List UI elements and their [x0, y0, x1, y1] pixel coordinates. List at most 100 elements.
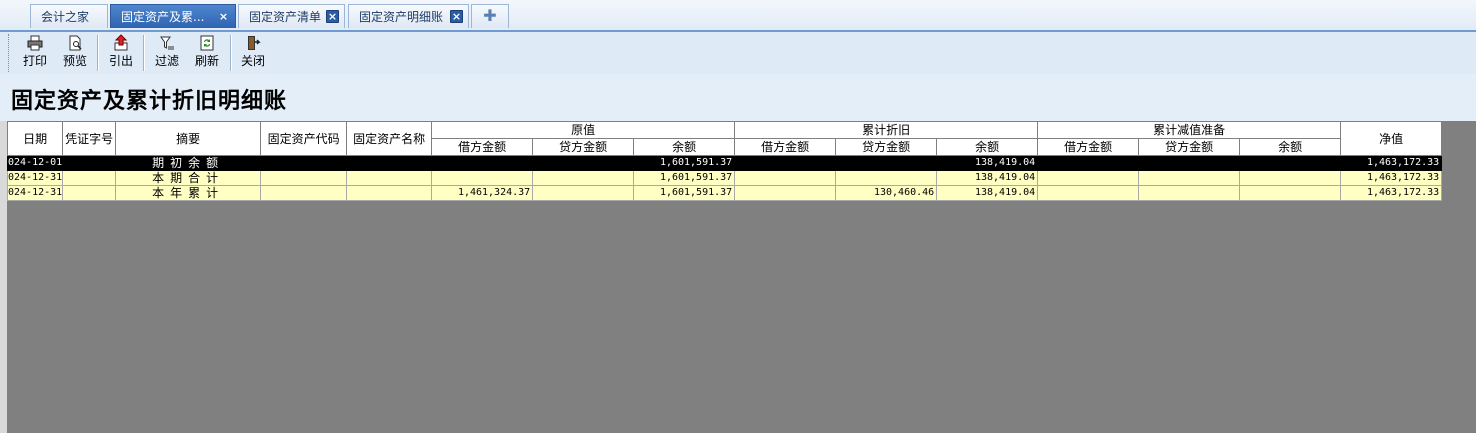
cell-voucher[interactable] — [62, 155, 117, 171]
cell-dep-debit[interactable] — [734, 155, 837, 171]
refresh-label: 刷新 — [194, 54, 219, 68]
cell-asset-name[interactable] — [346, 155, 433, 171]
print-label: 打印 — [22, 54, 47, 68]
page-title: 固定资产及累计折旧明细账 — [11, 88, 288, 114]
header-imp-debit[interactable]: 借方金额 — [1037, 138, 1140, 156]
toolbar: 打印 预览 引出 过滤 刷新 关闭 — [0, 32, 1476, 74]
preview-button[interactable]: 预览 — [56, 33, 94, 73]
header-dep-debit[interactable]: 借方金额 — [734, 138, 837, 156]
refresh-button[interactable]: 刷新 — [188, 33, 226, 73]
toolbar-separator — [97, 35, 99, 71]
header-net-value[interactable]: 净值 — [1340, 121, 1443, 156]
cell-asset-name[interactable] — [346, 170, 433, 186]
cell-orig-debit[interactable] — [431, 170, 534, 186]
cell-orig-balance[interactable]: 1,601,591.37 — [633, 155, 736, 171]
header-asset-name[interactable]: 固定资产名称 — [346, 121, 433, 156]
cell-orig-debit[interactable]: 1,461,324.37 — [431, 185, 534, 201]
table-row[interactable]: 024-12-31 本年累计 1,461,324.37 1,601,591.37… — [6, 185, 1443, 201]
cell-asset-code[interactable] — [260, 155, 348, 171]
exit-icon — [234, 34, 272, 52]
header-imp-balance[interactable]: 余额 — [1239, 138, 1342, 156]
cell-imp-debit[interactable] — [1037, 170, 1140, 186]
cell-imp-credit[interactable] — [1138, 155, 1241, 171]
filter-button[interactable]: 过滤 — [148, 33, 186, 73]
cell-imp-debit[interactable] — [1037, 155, 1140, 171]
header-orig-balance[interactable]: 余额 — [633, 138, 736, 156]
cell-orig-credit[interactable] — [532, 155, 635, 171]
table-row[interactable]: 024-12-31 本期合计 1,601,591.37 138,419.04 1… — [6, 170, 1443, 186]
tab-label: 固定资产明细账 — [359, 10, 444, 24]
cell-dep-balance[interactable]: 138,419.04 — [936, 155, 1039, 171]
toolbar-separator — [143, 35, 145, 71]
toolbar-separator — [230, 35, 232, 71]
cell-voucher[interactable] — [62, 185, 117, 201]
header-orig-credit[interactable]: 贷方金额 — [532, 138, 635, 156]
cell-date[interactable]: 024-12-01 — [6, 155, 64, 171]
cell-imp-credit[interactable] — [1138, 170, 1241, 186]
cell-asset-code[interactable] — [260, 185, 348, 201]
cell-imp-balance[interactable] — [1239, 170, 1342, 186]
cell-dep-balance[interactable]: 138,419.04 — [936, 185, 1039, 201]
cell-orig-balance[interactable]: 1,601,591.37 — [633, 170, 736, 186]
cell-dep-credit[interactable] — [835, 155, 938, 171]
header-dep-credit[interactable]: 贷方金额 — [835, 138, 938, 156]
cell-asset-name[interactable] — [346, 185, 433, 201]
cell-dep-debit[interactable] — [734, 185, 837, 201]
cell-net[interactable]: 1,463,172.33 — [1340, 185, 1443, 201]
filter-icon — [148, 34, 186, 52]
toolbar-grip[interactable] — [8, 34, 12, 72]
header-accum-depreciation: 累计折旧 — [734, 121, 1039, 139]
table-row[interactable]: 024-12-01 期初余额 1,601,591.37 138,419.04 1… — [6, 155, 1443, 171]
header-original-value: 原值 — [431, 121, 736, 139]
header-summary[interactable]: 摘要 — [115, 121, 262, 156]
cell-orig-debit[interactable] — [431, 155, 534, 171]
tab-label: 会计之家 — [41, 10, 90, 24]
cell-date[interactable]: 024-12-31 — [6, 185, 64, 201]
header-dep-balance[interactable]: 余额 — [936, 138, 1039, 156]
close-button[interactable]: 关闭 — [234, 33, 272, 73]
header-orig-debit[interactable]: 借方金额 — [431, 138, 534, 156]
cell-asset-code[interactable] — [260, 170, 348, 186]
header-accum-impairment: 累计减值准备 — [1037, 121, 1342, 139]
close-icon[interactable]: × — [326, 10, 339, 23]
tab-asset-list[interactable]: 固定资产清单 × — [238, 4, 345, 28]
cell-date[interactable]: 024-12-31 — [6, 170, 64, 186]
header-imp-credit[interactable]: 贷方金额 — [1138, 138, 1241, 156]
tab-label: 固定资产清单 — [249, 10, 322, 24]
tab-asset-detail-ledger[interactable]: 固定资产明细账 × — [348, 4, 469, 28]
cell-summary[interactable]: 期初余额 — [115, 155, 262, 171]
cell-net[interactable]: 1,463,172.33 — [1340, 170, 1443, 186]
cell-dep-balance[interactable]: 138,419.04 — [936, 170, 1039, 186]
tab-accounting-home[interactable]: 会计之家 — [30, 4, 108, 28]
cell-net[interactable]: 1,463,172.33 — [1340, 155, 1443, 171]
cell-imp-balance[interactable] — [1239, 185, 1342, 201]
close-label: 关闭 — [240, 54, 265, 68]
cell-orig-balance[interactable]: 1,601,591.37 — [633, 185, 736, 201]
tab-asset-depreciation-ledger[interactable]: 固定资产及累... × — [110, 4, 236, 28]
cell-imp-balance[interactable] — [1239, 155, 1342, 171]
export-label: 引出 — [108, 54, 133, 68]
cell-orig-credit[interactable] — [532, 185, 635, 201]
cell-imp-debit[interactable] — [1037, 185, 1140, 201]
cell-dep-credit[interactable]: 130,460.46 — [835, 185, 938, 201]
cell-imp-credit[interactable] — [1138, 185, 1241, 201]
refresh-icon — [188, 34, 226, 52]
cell-orig-credit[interactable] — [532, 170, 635, 186]
close-icon[interactable]: × — [450, 10, 463, 23]
tab-label: 固定资产及累... — [121, 10, 205, 24]
filter-label: 过滤 — [154, 54, 179, 68]
cell-dep-credit[interactable] — [835, 170, 938, 186]
preview-label: 预览 — [62, 54, 87, 68]
add-tab-button[interactable]: ✚ — [471, 4, 509, 28]
header-voucher[interactable]: 凭证字号 — [62, 121, 117, 156]
cell-dep-debit[interactable] — [734, 170, 837, 186]
close-icon[interactable]: × — [217, 10, 230, 23]
cell-summary[interactable]: 本年累计 — [115, 185, 262, 201]
cell-summary[interactable]: 本期合计 — [115, 170, 262, 186]
header-date[interactable]: 日期 — [6, 121, 64, 156]
cell-voucher[interactable] — [62, 170, 117, 186]
title-band: 固定资产及累计折旧明细账 — [0, 74, 1476, 121]
export-button[interactable]: 引出 — [102, 33, 140, 73]
print-button[interactable]: 打印 — [16, 33, 54, 73]
header-asset-code[interactable]: 固定资产代码 — [260, 121, 348, 156]
